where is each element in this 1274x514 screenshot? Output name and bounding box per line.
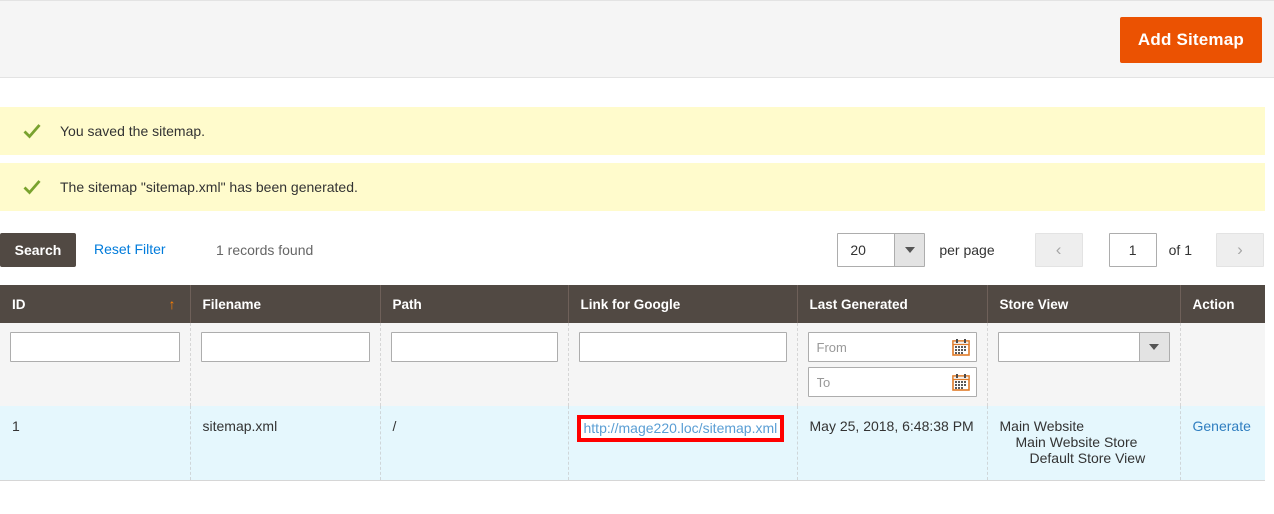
cell-store-view: Main Website Main Website Store Default … xyxy=(987,406,1180,480)
grid-filter-row xyxy=(0,323,1265,406)
filter-date-from-wrap xyxy=(808,332,977,362)
cell-action: Generate xyxy=(1180,406,1265,480)
filter-input-filename[interactable] xyxy=(201,332,370,362)
previous-page-button[interactable]: ‹ xyxy=(1035,233,1083,267)
filter-input-path[interactable] xyxy=(391,332,558,362)
message-text: The sitemap "sitemap.xml" has been gener… xyxy=(60,180,358,194)
column-header-id[interactable]: ID ↑ xyxy=(0,285,190,323)
sitemap-grid: ID ↑ Filename Path Link for Google Last … xyxy=(0,285,1265,481)
table-row[interactable]: 1 sitemap.xml / http://mage220.loc/sitem… xyxy=(0,406,1265,480)
filter-cell-action xyxy=(1180,323,1265,406)
messages-container: You saved the sitemap. The sitemap "site… xyxy=(0,107,1274,211)
success-message: The sitemap "sitemap.xml" has been gener… xyxy=(0,163,1265,211)
arrow-up-icon: ↑ xyxy=(169,297,176,311)
cell-id: 1 xyxy=(0,406,190,480)
filter-input-id[interactable] xyxy=(10,332,180,362)
cell-link-for-google: http://mage220.loc/sitemap.xml xyxy=(568,406,797,480)
filter-cell-filename xyxy=(190,323,380,406)
check-icon xyxy=(22,177,42,197)
add-sitemap-button[interactable]: Add Sitemap xyxy=(1120,17,1262,63)
total-pages-label: of 1 xyxy=(1169,242,1192,258)
check-icon xyxy=(22,121,42,141)
grid-toolbar: Search Reset Filter 1 records found 20 p… xyxy=(0,233,1274,285)
sitemap-url-link[interactable]: http://mage220.loc/sitemap.xml xyxy=(584,420,778,436)
cell-filename: sitemap.xml xyxy=(190,406,380,480)
cell-path: / xyxy=(380,406,568,480)
pager: 20 per page ‹ of 1 › xyxy=(837,233,1264,267)
message-text: You saved the sitemap. xyxy=(60,124,205,138)
column-header-link-for-google[interactable]: Link for Google xyxy=(568,285,797,323)
next-page-button[interactable]: › xyxy=(1216,233,1264,267)
filter-select-store-view[interactable] xyxy=(998,332,1170,362)
store-view-store: Main Website Store xyxy=(1000,434,1168,450)
chevron-down-icon xyxy=(894,234,924,266)
chevron-right-icon: › xyxy=(1237,240,1243,260)
column-header-action: Action xyxy=(1180,285,1265,323)
search-button[interactable]: Search xyxy=(0,233,76,267)
per-page-value: 20 xyxy=(838,242,866,258)
filter-cell-store-view xyxy=(987,323,1180,406)
column-header-last-generated[interactable]: Last Generated xyxy=(797,285,987,323)
cell-last-generated: May 25, 2018, 6:48:38 PM xyxy=(797,406,987,480)
success-message: You saved the sitemap. xyxy=(0,107,1265,155)
column-header-store-view[interactable]: Store View xyxy=(987,285,1180,323)
annotation-highlight-box: http://mage220.loc/sitemap.xml xyxy=(577,415,785,442)
reset-filter-link[interactable]: Reset Filter xyxy=(94,241,166,257)
store-view-view: Default Store View xyxy=(1000,450,1168,466)
column-header-path[interactable]: Path xyxy=(380,285,568,323)
filter-cell-id xyxy=(0,323,190,406)
page-actions-bar: Add Sitemap xyxy=(0,0,1274,78)
filter-date-to-wrap xyxy=(808,367,977,397)
filter-cell-link xyxy=(568,323,797,406)
page-number-input[interactable] xyxy=(1109,233,1157,267)
filter-input-date-from[interactable] xyxy=(808,332,977,362)
filter-cell-path xyxy=(380,323,568,406)
column-header-filename[interactable]: Filename xyxy=(190,285,380,323)
store-view-website: Main Website xyxy=(1000,418,1168,434)
filter-input-date-to[interactable] xyxy=(808,367,977,397)
records-found-label: 1 records found xyxy=(216,242,313,258)
chevron-left-icon: ‹ xyxy=(1056,240,1062,260)
grid-header-row: ID ↑ Filename Path Link for Google Last … xyxy=(0,285,1265,323)
chevron-down-icon xyxy=(1139,333,1169,361)
filter-cell-last-generated xyxy=(797,323,987,406)
per-page-select[interactable]: 20 xyxy=(837,233,925,267)
filter-input-link[interactable] xyxy=(579,332,787,362)
generate-link[interactable]: Generate xyxy=(1193,418,1251,434)
per-page-label: per page xyxy=(939,242,994,258)
